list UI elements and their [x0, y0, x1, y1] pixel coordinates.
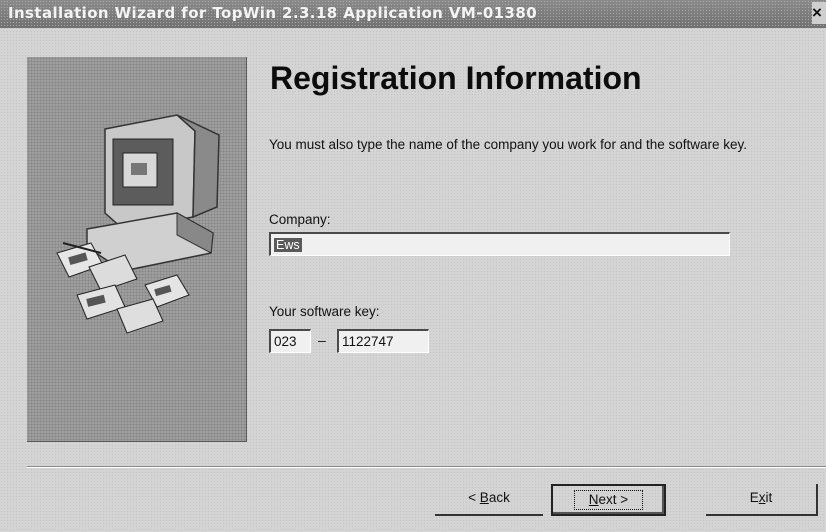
- page-description: You must also type the name of the compa…: [269, 137, 748, 152]
- company-label: Company:: [269, 212, 331, 227]
- exit-button-label: it: [765, 490, 773, 505]
- back-button[interactable]: < Back: [435, 484, 543, 516]
- back-button-prefix: <: [468, 490, 480, 505]
- software-key-label: Your software key:: [269, 304, 380, 319]
- wizard-side-graphic: [27, 57, 247, 442]
- next-button-focus: Next >: [573, 490, 644, 510]
- button-divider: [27, 466, 826, 468]
- software-key-part2-field[interactable]: 1122747: [337, 329, 429, 353]
- title-bar[interactable]: Installation Wizard for TopWin 2.3.18 Ap…: [0, 0, 826, 28]
- software-key-separator: –: [318, 332, 326, 348]
- page-title: Registration Information: [270, 60, 642, 96]
- window-title: Installation Wizard for TopWin 2.3.18 Ap…: [8, 4, 538, 22]
- exit-button-prefix: E: [749, 490, 759, 505]
- software-key-part1-field[interactable]: 023: [269, 329, 311, 353]
- computer-illustration-icon: [56, 114, 220, 334]
- exit-button[interactable]: Exit: [706, 484, 818, 516]
- next-button[interactable]: Next >: [551, 484, 666, 516]
- back-button-accel: B: [479, 490, 489, 505]
- company-field[interactable]: Ews: [269, 232, 730, 256]
- exit-button-accel: x: [758, 490, 766, 505]
- next-button-accel: N: [588, 492, 599, 507]
- back-button-label: ack: [488, 490, 510, 505]
- next-button-label: ext >: [598, 492, 629, 507]
- close-icon[interactable]: ×: [812, 2, 826, 24]
- company-field-value: Ews: [274, 238, 302, 252]
